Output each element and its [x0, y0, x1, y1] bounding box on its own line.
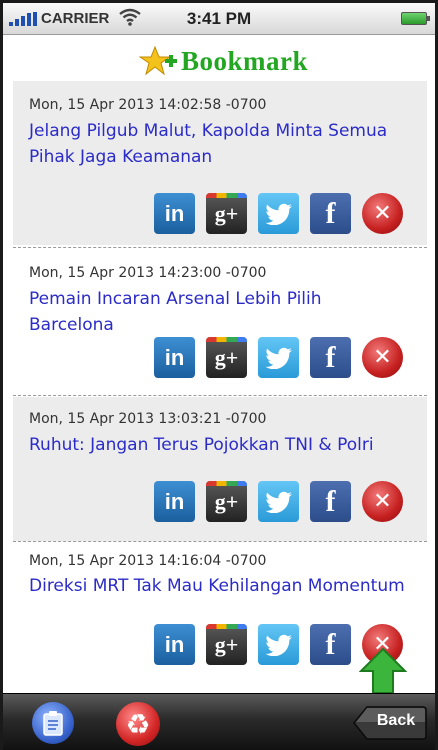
share-icons: in g+ f ✕: [154, 193, 403, 234]
status-time: 3:41 PM: [186, 9, 252, 28]
app-frame: CARRIER 3:41 PM Bookmark Mon, 15 Apr 201…: [0, 0, 438, 750]
item-divider: [13, 395, 427, 396]
bookmark-item: Mon, 15 Apr 2013 14:23:00 -0700 Pemain I…: [13, 249, 427, 395]
clipboard-icon: [43, 711, 63, 736]
page-title: Bookmark: [181, 45, 309, 76]
google-plus-icon[interactable]: g+: [206, 481, 247, 522]
bookmark-headline[interactable]: Direksi MRT Tak Mau Kehilangan Momentum: [29, 573, 409, 599]
bookmark-item: Mon, 15 Apr 2013 13:03:21 -0700 Ruhut: J…: [13, 397, 427, 541]
facebook-icon[interactable]: f: [310, 624, 351, 665]
twitter-icon[interactable]: [258, 624, 299, 665]
delete-icon[interactable]: ✕: [362, 337, 403, 378]
linkedin-icon[interactable]: in: [154, 481, 195, 522]
back-button-label: Back: [376, 712, 416, 729]
bottom-toolbar: ♻ Back: [3, 693, 435, 750]
bookmark-headline[interactable]: Pemain Incaran Arsenal Lebih Pilih Barce…: [29, 286, 409, 338]
status-bar: CARRIER 3:41 PM: [3, 3, 435, 35]
share-icons: in g+ f ✕: [154, 337, 403, 378]
google-plus-icon[interactable]: g+: [206, 337, 247, 378]
facebook-icon[interactable]: f: [310, 481, 351, 522]
linkedin-icon[interactable]: in: [154, 193, 195, 234]
item-divider: [13, 247, 427, 248]
linkedin-icon[interactable]: in: [154, 624, 195, 665]
bookmark-date: Mon, 15 Apr 2013 14:23:00 -0700: [29, 265, 267, 281]
twitter-icon[interactable]: [258, 481, 299, 522]
recycle-icon: ♻: [125, 707, 151, 741]
item-divider: [13, 541, 427, 542]
bookmark-date: Mon, 15 Apr 2013 14:02:58 -0700: [29, 97, 267, 113]
back-button[interactable]: Back: [353, 706, 427, 740]
bookmark-headline[interactable]: Jelang Pilgub Malut, Kapolda Minta Semua…: [29, 118, 409, 170]
delete-icon[interactable]: ✕: [362, 481, 403, 522]
clipboard-button[interactable]: [32, 702, 74, 744]
facebook-icon[interactable]: f: [310, 337, 351, 378]
google-plus-icon[interactable]: g+: [206, 624, 247, 665]
share-icons: in g+ f ✕: [154, 481, 403, 522]
star-plus-icon: [139, 45, 177, 76]
twitter-icon[interactable]: [258, 337, 299, 378]
delete-icon[interactable]: ✕: [362, 193, 403, 234]
bookmark-headline[interactable]: Ruhut: Jangan Terus Pojokkan TNI & Polri: [29, 432, 409, 458]
google-plus-icon[interactable]: g+: [206, 193, 247, 234]
facebook-icon[interactable]: f: [310, 193, 351, 234]
page-header: Bookmark: [3, 35, 435, 81]
bookmark-date: Mon, 15 Apr 2013 14:16:04 -0700: [29, 553, 267, 569]
recycle-button[interactable]: ♻: [116, 702, 160, 746]
bookmark-item: Mon, 15 Apr 2013 14:02:58 -0700 Jelang P…: [13, 81, 427, 245]
bookmark-date: Mon, 15 Apr 2013 13:03:21 -0700: [29, 411, 267, 427]
battery-icon: [401, 12, 430, 25]
scroll-top-arrow-icon[interactable]: [359, 647, 407, 695]
twitter-icon[interactable]: [258, 193, 299, 234]
linkedin-icon[interactable]: in: [154, 337, 195, 378]
